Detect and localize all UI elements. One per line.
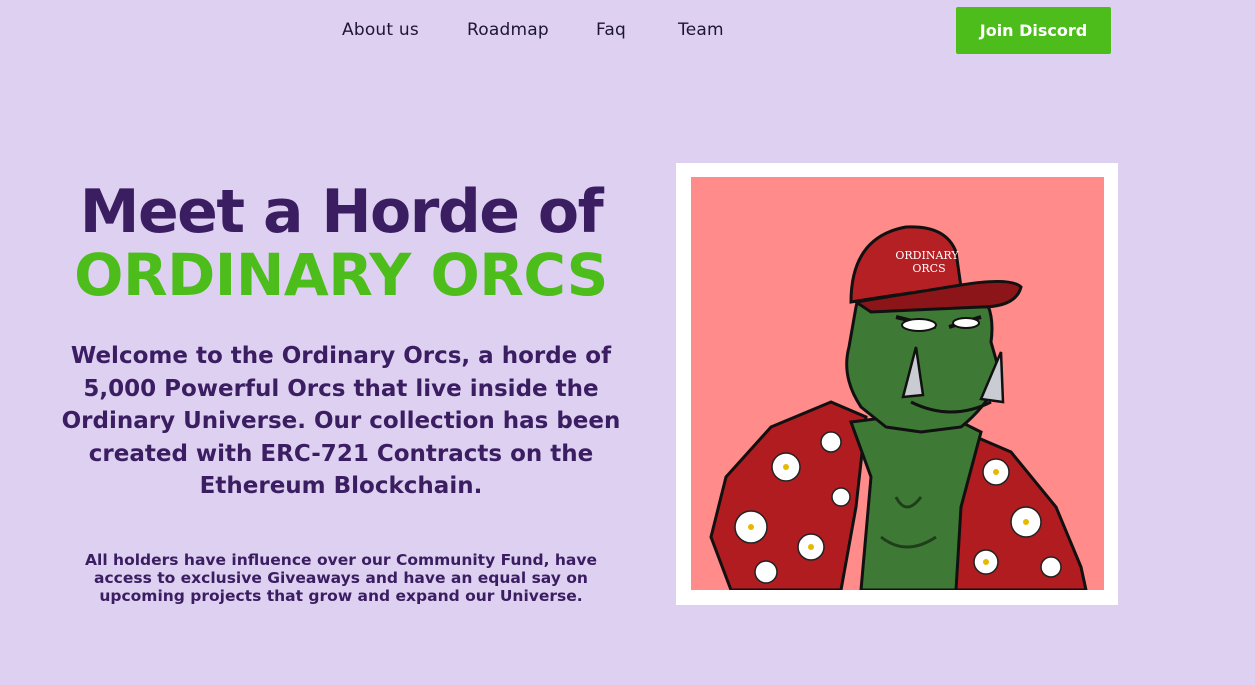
nav-link-about-us[interactable]: About us bbox=[342, 20, 419, 40]
ordinary-orc-illustration: ORDINARY ORCS bbox=[691, 177, 1104, 590]
cap-text-line2: ORCS bbox=[912, 262, 945, 275]
hero-text-section: Meet a Horde of ORDINARY ORCS Welcome to… bbox=[40, 180, 642, 605]
hero-headline: Meet a Horde of bbox=[79, 177, 604, 247]
nav-link-team[interactable]: Team bbox=[678, 20, 724, 40]
cap-text-line1: ORDINARY bbox=[895, 249, 959, 262]
top-navigation: About us Roadmap Faq Team Join Discord bbox=[0, 0, 1255, 60]
nft-image-frame: ORDINARY ORCS bbox=[676, 163, 1118, 605]
hero-headline-highlight: ORDINARY ORCS bbox=[74, 241, 608, 309]
hero-intro-paragraph: Welcome to the Ordinary Orcs, a horde of… bbox=[61, 343, 621, 499]
join-discord-button[interactable]: Join Discord bbox=[956, 7, 1111, 54]
nav-link-roadmap[interactable]: Roadmap bbox=[467, 20, 549, 40]
nav-link-faq[interactable]: Faq bbox=[596, 20, 626, 40]
holders-benefits-paragraph: All holders have influence over our Comm… bbox=[85, 550, 597, 605]
